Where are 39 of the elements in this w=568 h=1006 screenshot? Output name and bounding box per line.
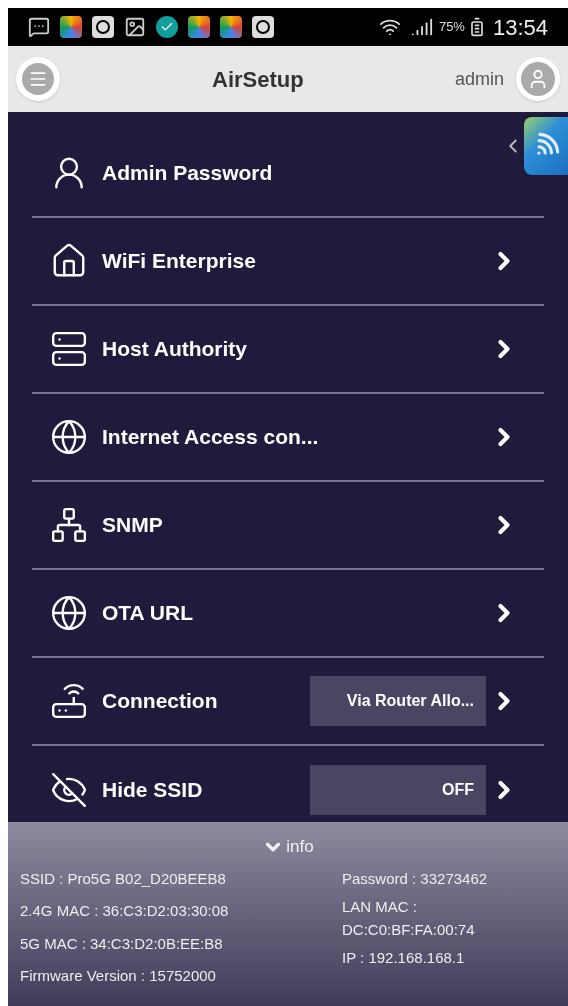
image-icon [124,16,146,38]
app-icon [252,16,274,38]
menu-item-label[interactable]: SNMP [102,509,163,541]
globe-icon [50,418,88,456]
floating-app-icon[interactable] [524,117,568,175]
info-text: SSID : Pro5G B02_D20BEEB8 [20,868,227,889]
menu-item-label[interactable]: OTA URL [102,597,193,629]
info-text: Password : 33273462 [342,868,489,889]
clock: 13:54 [492,13,548,42]
menu-item-label[interactable]: Hide SSID [102,774,203,806]
message-icon [28,16,50,38]
signal-icon [410,16,433,38]
menu-item-label[interactable]: Admin Password [102,157,273,189]
globe-icon [50,594,88,632]
app-icon [188,16,210,38]
username: admin [454,67,504,91]
app-icon [220,16,242,38]
battery-percent: 75% [438,18,465,37]
menu-item-label[interactable]: Internet Access con... [102,421,319,453]
info-text: IP : 192.168.168.1 [342,948,466,968]
value-field[interactable]: Via Router Allo... [310,676,486,726]
info-toggle[interactable]: info [262,834,314,860]
app-title: AirSetup [212,65,304,94]
menu-icon [28,69,48,89]
app-icon [92,16,114,38]
network-icon [50,506,88,544]
info-text: LAN MAC : DC:C0:BF:FA:00:74 [342,897,476,940]
info-text: 2.4G MAC : 36:C3:D2:03:30:08 [20,901,230,921]
info-text: 5G MAC : 34:C3:D2:0B:EE:B8 [20,933,224,954]
menu-item-label[interactable]: Host Authority [102,333,248,365]
router-icon [50,682,88,720]
server-icon [50,330,88,368]
menu-item-label[interactable]: Connection [102,685,218,717]
check-icon [156,16,178,38]
info-text: Firmware Version : 15752000 [20,966,217,986]
eye-off-icon [50,771,88,809]
menu-item-label[interactable]: WiFi Enterprise [102,245,256,277]
value-field[interactable]: OFF [310,765,486,815]
app-icon [60,16,82,38]
